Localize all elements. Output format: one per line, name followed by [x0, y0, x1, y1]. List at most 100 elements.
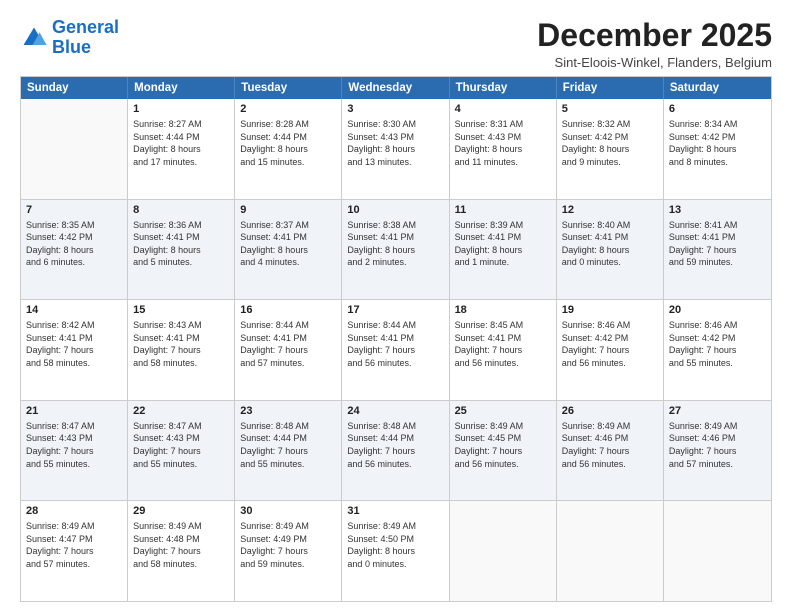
page: General Blue December 2025 Sint-Eloois-W…: [0, 0, 792, 612]
logo: General Blue: [20, 18, 119, 58]
title-block: December 2025 Sint-Eloois-Winkel, Flande…: [537, 18, 772, 70]
cell-info: Sunrise: 8:40 AM Sunset: 4:41 PM Dayligh…: [562, 219, 658, 269]
header-day-friday: Friday: [557, 77, 664, 99]
cell-info: Sunrise: 8:35 AM Sunset: 4:42 PM Dayligh…: [26, 219, 122, 269]
calendar-row-2: 7Sunrise: 8:35 AM Sunset: 4:42 PM Daylig…: [21, 200, 771, 301]
calendar-cell: 19Sunrise: 8:46 AM Sunset: 4:42 PM Dayli…: [557, 300, 664, 400]
day-number: 11: [455, 203, 551, 218]
day-number: 6: [669, 102, 766, 117]
day-number: 27: [669, 404, 766, 419]
day-number: 15: [133, 303, 229, 318]
cell-info: Sunrise: 8:49 AM Sunset: 4:50 PM Dayligh…: [347, 520, 443, 570]
calendar-cell: 13Sunrise: 8:41 AM Sunset: 4:41 PM Dayli…: [664, 200, 771, 300]
cell-info: Sunrise: 8:27 AM Sunset: 4:44 PM Dayligh…: [133, 118, 229, 168]
calendar-cell: 21Sunrise: 8:47 AM Sunset: 4:43 PM Dayli…: [21, 401, 128, 501]
calendar-cell: 24Sunrise: 8:48 AM Sunset: 4:44 PM Dayli…: [342, 401, 449, 501]
cell-info: Sunrise: 8:49 AM Sunset: 4:47 PM Dayligh…: [26, 520, 122, 570]
cell-info: Sunrise: 8:49 AM Sunset: 4:46 PM Dayligh…: [562, 420, 658, 470]
day-number: 16: [240, 303, 336, 318]
day-number: 2: [240, 102, 336, 117]
calendar-cell: 12Sunrise: 8:40 AM Sunset: 4:41 PM Dayli…: [557, 200, 664, 300]
cell-info: Sunrise: 8:34 AM Sunset: 4:42 PM Dayligh…: [669, 118, 766, 168]
calendar-cell: 10Sunrise: 8:38 AM Sunset: 4:41 PM Dayli…: [342, 200, 449, 300]
cell-info: Sunrise: 8:49 AM Sunset: 4:46 PM Dayligh…: [669, 420, 766, 470]
calendar-cell: 2Sunrise: 8:28 AM Sunset: 4:44 PM Daylig…: [235, 99, 342, 199]
cell-info: Sunrise: 8:49 AM Sunset: 4:49 PM Dayligh…: [240, 520, 336, 570]
calendar-row-1: 1Sunrise: 8:27 AM Sunset: 4:44 PM Daylig…: [21, 99, 771, 200]
month-title: December 2025: [537, 18, 772, 53]
calendar-cell: 27Sunrise: 8:49 AM Sunset: 4:46 PM Dayli…: [664, 401, 771, 501]
calendar-row-4: 21 Sunrise: 8:47 AM Sunset: 4:43 PM Dayli…: [21, 401, 771, 502]
logo-blue: Blue: [52, 38, 119, 58]
cell-info: Sunrise: 8:47 AM Sunset: 4:43 PM Dayligh…: [133, 420, 229, 470]
cell-info: Sunrise: 8:37 AM Sunset: 4:41 PM Dayligh…: [240, 219, 336, 269]
calendar-cell: 9Sunrise: 8:37 AM Sunset: 4:41 PM Daylig…: [235, 200, 342, 300]
calendar-cell: 29Sunrise: 8:49 AM Sunset: 4:48 PM Dayli…: [128, 501, 235, 601]
calendar-cell: 8Sunrise: 8:36 AM Sunset: 4:41 PM Daylig…: [128, 200, 235, 300]
calendar-cell: 31Sunrise: 8:49 AM Sunset: 4:50 PM Dayli…: [342, 501, 449, 601]
day-number: 29: [133, 504, 229, 519]
calendar-cell: 3Sunrise: 8:30 AM Sunset: 4:43 PM Daylig…: [342, 99, 449, 199]
day-number: 17: [347, 303, 443, 318]
day-number: 21: [26, 404, 122, 419]
day-number: 3: [347, 102, 443, 117]
cell-info: Sunrise: 8:46 AM Sunset: 4:42 PM Dayligh…: [669, 319, 766, 369]
day-number: 22: [133, 404, 229, 419]
calendar-cell: 4Sunrise: 8:31 AM Sunset: 4:43 PM Daylig…: [450, 99, 557, 199]
day-number: 26: [562, 404, 658, 419]
calendar-cell: 23Sunrise: 8:48 AM Sunset: 4:44 PM Dayli…: [235, 401, 342, 501]
header-day-monday: Monday: [128, 77, 235, 99]
calendar-cell: 16Sunrise: 8:44 AM Sunset: 4:41 PM Dayli…: [235, 300, 342, 400]
cell-info: Sunrise: 8:42 AM Sunset: 4:41 PM Dayligh…: [26, 319, 122, 369]
cell-info: Sunrise: 8:44 AM Sunset: 4:41 PM Dayligh…: [347, 319, 443, 369]
cell-info: Sunrise: 8:44 AM Sunset: 4:41 PM Dayligh…: [240, 319, 336, 369]
header-day-saturday: Saturday: [664, 77, 771, 99]
cell-info: Sunrise: 8:39 AM Sunset: 4:41 PM Dayligh…: [455, 219, 551, 269]
day-number: 8: [133, 203, 229, 218]
cell-info: Sunrise: 8:31 AM Sunset: 4:43 PM Dayligh…: [455, 118, 551, 168]
cell-info: Sunrise: 8:28 AM Sunset: 4:44 PM Dayligh…: [240, 118, 336, 168]
day-number: 7: [26, 203, 122, 218]
cell-info: Sunrise: 8:41 AM Sunset: 4:41 PM Dayligh…: [669, 219, 766, 269]
calendar-cell: 17Sunrise: 8:44 AM Sunset: 4:41 PM Dayli…: [342, 300, 449, 400]
cell-info: Sunrise: 8:45 AM Sunset: 4:41 PM Dayligh…: [455, 319, 551, 369]
day-number: 20: [669, 303, 766, 318]
day-number: 28: [26, 504, 122, 519]
calendar-cell: 6Sunrise: 8:34 AM Sunset: 4:42 PM Daylig…: [664, 99, 771, 199]
cell-info: Sunrise: 8:49 AM Sunset: 4:48 PM Dayligh…: [133, 520, 229, 570]
header-day-tuesday: Tuesday: [235, 77, 342, 99]
calendar-cell: 5Sunrise: 8:32 AM Sunset: 4:42 PM Daylig…: [557, 99, 664, 199]
day-number: 1: [133, 102, 229, 117]
calendar-cell: 1Sunrise: 8:27 AM Sunset: 4:44 PM Daylig…: [128, 99, 235, 199]
day-number: 5: [562, 102, 658, 117]
calendar-cell: 30Sunrise: 8:49 AM Sunset: 4:49 PM Dayli…: [235, 501, 342, 601]
header-day-wednesday: Wednesday: [342, 77, 449, 99]
day-number: 14: [26, 303, 122, 318]
calendar-header: SundayMondayTuesdayWednesdayThursdayFrid…: [21, 77, 771, 99]
calendar-cell: 7Sunrise: 8:35 AM Sunset: 4:42 PM Daylig…: [21, 200, 128, 300]
cell-info: Sunrise: 8:30 AM Sunset: 4:43 PM Dayligh…: [347, 118, 443, 168]
cell-info: Sunrise: 8:49 AM Sunset: 4:45 PM Dayligh…: [455, 420, 551, 470]
logo-general: General: [52, 17, 119, 37]
calendar-cell: [664, 501, 771, 601]
day-number: 31: [347, 504, 443, 519]
calendar-cell: 15Sunrise: 8:43 AM Sunset: 4:41 PM Dayli…: [128, 300, 235, 400]
day-number: 30: [240, 504, 336, 519]
day-number: 9: [240, 203, 336, 218]
logo-icon: [20, 24, 48, 52]
calendar-cell: 22Sunrise: 8:47 AM Sunset: 4:43 PM Dayli…: [128, 401, 235, 501]
cell-info: Sunrise: 8:38 AM Sunset: 4:41 PM Dayligh…: [347, 219, 443, 269]
cell-info: Sunrise: 8:43 AM Sunset: 4:41 PM Dayligh…: [133, 319, 229, 369]
calendar-cell: 26Sunrise: 8:49 AM Sunset: 4:46 PM Dayli…: [557, 401, 664, 501]
calendar-cell: [557, 501, 664, 601]
day-number: 18: [455, 303, 551, 318]
calendar-cell: 20Sunrise: 8:46 AM Sunset: 4:42 PM Dayli…: [664, 300, 771, 400]
day-number: 13: [669, 203, 766, 218]
calendar-cell: [21, 99, 128, 199]
calendar-cell: 11Sunrise: 8:39 AM Sunset: 4:41 PM Dayli…: [450, 200, 557, 300]
day-number: 24: [347, 404, 443, 419]
calendar-cell: 14Sunrise: 8:42 AM Sunset: 4:41 PM Dayli…: [21, 300, 128, 400]
cell-info: Sunrise: 8:48 AM Sunset: 4:44 PM Dayligh…: [347, 420, 443, 470]
header-day-thursday: Thursday: [450, 77, 557, 99]
cell-info: Sunrise: 8:46 AM Sunset: 4:42 PM Dayligh…: [562, 319, 658, 369]
